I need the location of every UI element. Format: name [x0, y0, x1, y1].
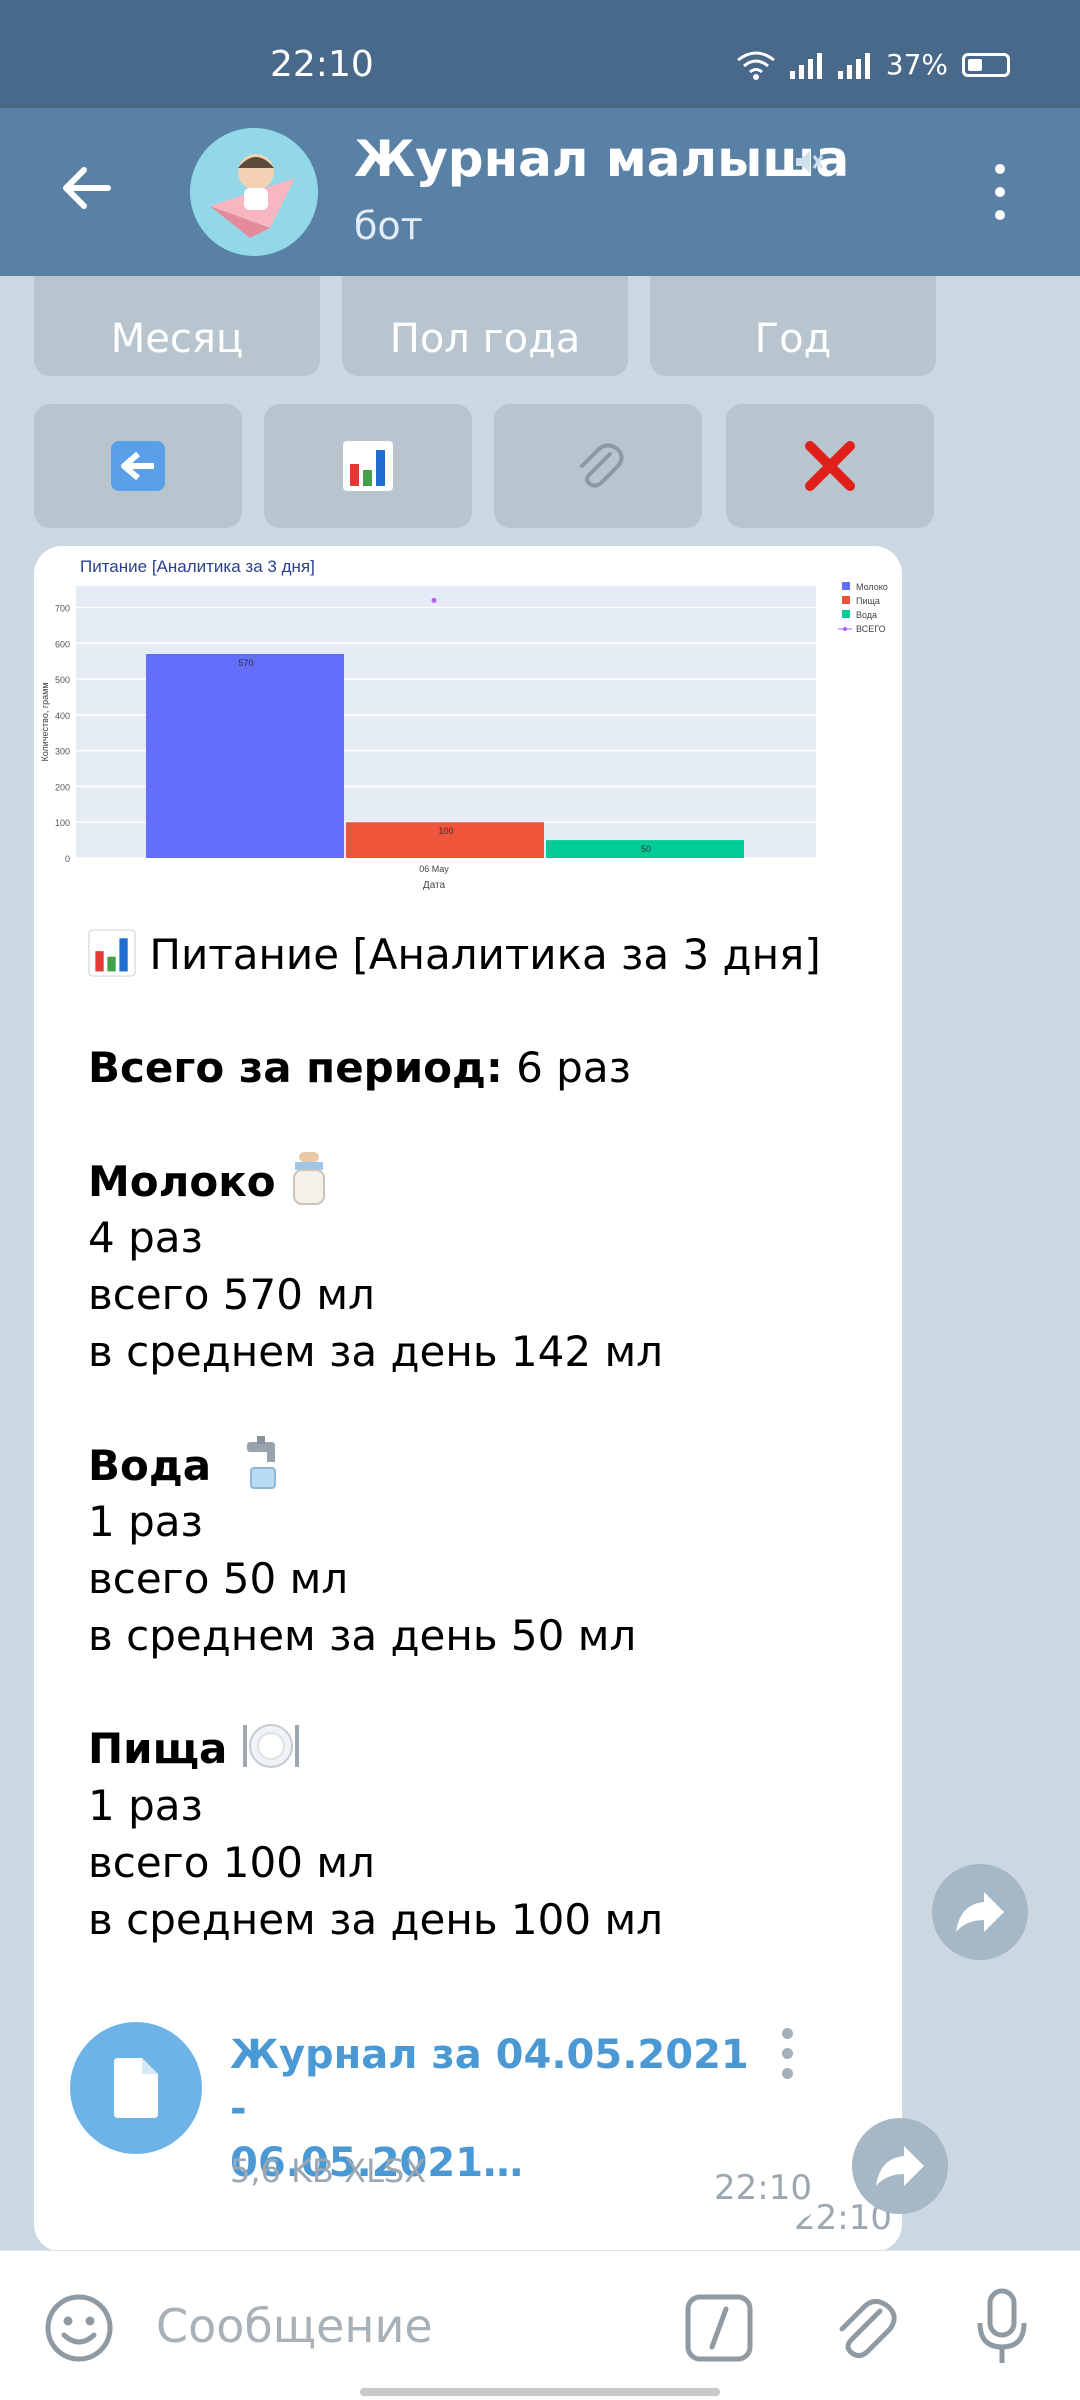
water-tap-icon: [246, 1436, 276, 1489]
status-icons: 37%: [736, 48, 1010, 81]
keyboard-button-label: Пол года: [389, 316, 581, 362]
section-average: в среднем за день 50 мл: [88, 1611, 637, 1660]
message-heading: Питание [Аналитика за 3 дня]: [149, 930, 821, 979]
signal-icon-2: [837, 52, 870, 79]
keyboard-button-close[interactable]: [726, 404, 934, 528]
section-count: 1 раз: [88, 1497, 203, 1546]
chat-title: Журнал малыша: [354, 130, 850, 188]
paperclip-icon: [580, 443, 624, 488]
chart-title: Питание [Аналитика за 3 дня]: [80, 557, 315, 576]
chat-header: Журнал малыша бот: [0, 108, 1080, 276]
bot-commands-icon[interactable]: [684, 2293, 754, 2363]
keyboard-button-label: Год: [754, 316, 832, 362]
file-message-bubble[interactable]: Журнал за 04.05.2021 - 06.05.2021… 5,6 K…: [34, 1992, 822, 2220]
chart-legend-label: Молоко: [856, 582, 888, 592]
attach-icon[interactable]: [828, 2291, 898, 2365]
keyboard-button-year[interactable]: Год: [650, 276, 936, 376]
chat-background: Месяц Пол года Год Питание [Аналитика за…: [0, 276, 1080, 2250]
chart-bar-label: 570: [238, 658, 253, 668]
section-total: всего 100 мл: [88, 1838, 375, 1887]
section-name: Пища: [88, 1724, 228, 1773]
microphone-icon[interactable]: [972, 2287, 1032, 2369]
chart-legend-swatch: [842, 610, 850, 618]
message-heading-line: Питание [Аналитика за 3 дня]: [88, 926, 888, 983]
keyboard-button-label: Месяц: [110, 316, 244, 362]
section-average: в среднем за день 142 мл: [88, 1327, 663, 1376]
keyboard-button-back[interactable]: [34, 404, 242, 528]
keyboard-button-month[interactable]: Месяц: [34, 276, 320, 376]
file-meta: 5,6 KB XLSX: [230, 2152, 427, 2190]
back-emoji-icon: [111, 441, 165, 491]
message-input[interactable]: Сообщение: [156, 2299, 433, 2353]
total-label: Всего за период:: [88, 1043, 503, 1092]
battery-icon: [962, 52, 1010, 77]
file-message-time: 22:10: [714, 2168, 812, 2208]
status-bar: 22:10 37%: [0, 0, 1080, 108]
wifi-icon: [736, 51, 775, 80]
baby-bottle-icon: [293, 1152, 325, 1205]
more-options-icon[interactable]: [990, 164, 1010, 228]
plate-icon: [242, 1724, 299, 1768]
keyboard-button-half-year[interactable]: Пол года: [342, 276, 628, 376]
message-text: Питание [Аналитика за 3 дня] Всего за пе…: [88, 926, 888, 1948]
mute-icon: [796, 151, 824, 173]
chart-y-label: Количество, грамм: [40, 682, 50, 761]
status-time: 22:10: [270, 44, 374, 85]
chart-y-tick-label: 300: [55, 747, 70, 757]
message-input-bar: Сообщение: [0, 2250, 1080, 2400]
total-value: 6 раз: [502, 1043, 631, 1092]
section-average: в среднем за день 100 мл: [88, 1895, 663, 1944]
forward-arrow-icon: [876, 2146, 924, 2186]
forward-arrow-icon: [956, 1892, 1004, 1932]
emoji-icon[interactable]: [44, 2293, 114, 2363]
back-arrow-icon[interactable]: [56, 158, 116, 218]
red-cross-icon: [805, 441, 855, 491]
chart-legend-swatch: [842, 596, 850, 604]
avatar[interactable]: [190, 128, 318, 256]
forward-button[interactable]: [932, 1864, 1028, 1960]
chat-subtitle: бот: [354, 204, 423, 248]
chart-bar-label: 50: [641, 844, 651, 854]
chart-y-tick-label: 100: [55, 818, 70, 828]
chart-legend-swatch: [843, 627, 847, 631]
chart-x-label: Дата: [423, 880, 446, 891]
bar-chart-icon: [88, 929, 136, 977]
section-count: 4 раз: [88, 1213, 203, 1262]
file-download-button[interactable]: [70, 2022, 202, 2154]
chart-legend-swatch: [842, 582, 850, 590]
chart-legend-label: Вода: [856, 610, 877, 620]
chart-x-tick-label: 06 May: [419, 864, 449, 874]
chart-y-tick-label: 500: [55, 675, 70, 685]
chart-y-tick-label: 0: [65, 854, 70, 864]
file-name-line: Журнал за 04.05.2021 -: [230, 2032, 749, 2132]
chart-y-tick-label: 200: [55, 782, 70, 792]
section-count: 1 раз: [88, 1781, 203, 1830]
chart-legend-label: ВСЕГО: [856, 624, 886, 634]
chart-y-tick-label: 400: [55, 711, 70, 721]
avatar-illustration-icon: [190, 128, 318, 256]
home-indicator: [360, 2388, 720, 2396]
chart-bar: [146, 654, 344, 858]
bar-chart-icon: [343, 441, 393, 491]
section-total: всего 570 мл: [88, 1270, 375, 1319]
chart-bar-label: 100: [438, 826, 453, 836]
keyboard-button-chart[interactable]: [264, 404, 472, 528]
section-name: Вода: [88, 1441, 212, 1490]
keyboard-button-attach[interactable]: [494, 404, 702, 528]
section-name: Молоко: [88, 1157, 276, 1206]
battery-percent: 37%: [885, 48, 948, 81]
chart-y-tick-label: 600: [55, 639, 70, 649]
file-options-icon[interactable]: [782, 2028, 794, 2088]
section-total: всего 50 мл: [88, 1554, 349, 1603]
nutrition-chart[interactable]: Питание [Аналитика за 3 дня] 0 100 200 300 40…: [34, 546, 902, 896]
chart-total-marker: [431, 597, 437, 603]
chart-y-tick-label: 700: [55, 603, 70, 613]
forward-button-file[interactable]: [852, 2118, 948, 2214]
document-icon: [114, 2058, 158, 2118]
signal-icon: [789, 52, 822, 79]
chart-legend-label: Пища: [856, 596, 880, 606]
